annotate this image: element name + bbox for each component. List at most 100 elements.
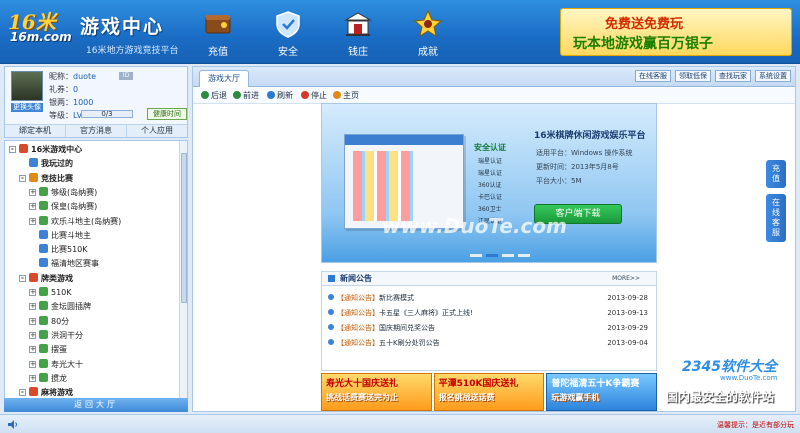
slide-dot[interactable]: [470, 254, 482, 257]
tree-item[interactable]: - 牌类游戏: [19, 272, 73, 285]
news-more-link[interactable]: MORE>>: [612, 275, 640, 282]
tree-item[interactable]: - 16米游戏中心: [9, 143, 82, 156]
expand-toggle[interactable]: +: [29, 374, 36, 382]
slide-dot[interactable]: [502, 254, 514, 257]
news-item[interactable]: 【通知公告】新比赛模式 2013-09-28: [328, 292, 648, 304]
promo-card[interactable]: 平潭510K国庆送礼 报名挑战送话费: [433, 373, 545, 411]
home-icon: [333, 91, 341, 99]
back-button[interactable]: 后退: [201, 90, 227, 102]
collapse-toggle[interactable]: -: [9, 146, 16, 153]
game-icon: [29, 387, 38, 397]
banner-line1: 免费送免费玩: [605, 17, 684, 32]
health-time-button[interactable]: 健康时间: [147, 108, 187, 120]
cert-item: 360卫士: [478, 206, 502, 213]
user-panel: 更换头像 昵称：duote ID 礼券：0 银两：1000 等级：LV1 0/3…: [4, 66, 188, 138]
change-avatar-button[interactable]: 更换头像: [11, 103, 43, 112]
expand-toggle[interactable]: +: [29, 303, 36, 311]
tree-item[interactable]: +80分: [29, 315, 69, 328]
tree-item[interactable]: + 保皇(岛纳赛): [29, 200, 97, 213]
game-icon: [39, 301, 48, 311]
expand-toggle[interactable]: +: [29, 289, 36, 296]
expand-toggle[interactable]: +: [29, 217, 36, 225]
back-to-lobby-button[interactable]: 返回大厅: [4, 398, 188, 412]
nav-recharge[interactable]: 充值: [188, 6, 248, 58]
system-settings-button[interactable]: 系统设置: [755, 70, 791, 82]
online-service-button[interactable]: 在线客服: [635, 70, 671, 82]
tree-scrollbar[interactable]: [179, 141, 187, 411]
level-label: 等级：: [49, 111, 73, 120]
slide-dot[interactable]: [486, 254, 498, 257]
collapse-toggle[interactable]: -: [19, 274, 26, 282]
tree-item[interactable]: + 洪洞干分: [29, 329, 83, 342]
news-item[interactable]: 【通知公告】卡五星《三人麻将》正式上线! 2013-09-13: [328, 307, 648, 319]
promo-line1: 平潭510K国庆送礼: [438, 379, 519, 389]
news-panel: 新闻公告 MORE>> 【通知公告】新比赛模式 2013-09-28 【通知公告】卡…: [321, 271, 657, 371]
promo-line1: 寿光大十国庆送礼: [326, 379, 399, 389]
nav-bank[interactable]: 钱庄: [328, 6, 388, 58]
expand-toggle[interactable]: +: [29, 360, 36, 368]
tree-item-label: 洪洞干分: [51, 330, 83, 340]
id-badge[interactable]: ID: [119, 72, 133, 80]
home-button[interactable]: 主页: [333, 90, 359, 102]
tree-item[interactable]: 我玩过的: [19, 157, 73, 170]
tree-item[interactable]: +510K: [29, 286, 72, 299]
expand-toggle[interactable]: +: [29, 331, 36, 339]
nav-achievements[interactable]: 成就: [398, 6, 458, 58]
game-icon: [39, 229, 48, 239]
expand-toggle[interactable]: +: [29, 188, 36, 196]
volume-icon[interactable]: [8, 420, 18, 429]
tab-game-lobby[interactable]: 游戏大厅: [199, 70, 249, 87]
news-header: 新闻公告 MORE>>: [322, 272, 656, 286]
pin-icon: [328, 324, 334, 330]
app-title: 游戏中心: [80, 16, 165, 38]
tree-item[interactable]: + 寿光大十: [29, 358, 83, 371]
level-progress-bar: 0/3: [81, 110, 133, 118]
bind-device-button[interactable]: 绑定本机: [5, 125, 66, 137]
tree-item[interactable]: 福清地区赛事: [29, 257, 99, 270]
app-subtitle: 16米地方游戏竞技平台: [86, 46, 179, 56]
tree-item[interactable]: + 够级(岛纳赛): [29, 186, 97, 199]
expand-toggle[interactable]: +: [29, 203, 36, 211]
slide-dot[interactable]: [518, 254, 530, 257]
promo-banner[interactable]: 免费送免费玩 玩本地游戏赢百万银子: [560, 8, 792, 56]
nav-security[interactable]: 安全: [258, 6, 318, 58]
tree-item[interactable]: + 欢乐斗地主(岛纳赛): [29, 215, 121, 228]
side-tab-online-service[interactable]: 在线客服: [766, 194, 786, 242]
promo-card[interactable]: 寿光大十国庆送礼 挑战话费赛送完为止: [321, 373, 432, 411]
screenshot-grid: [353, 151, 413, 221]
expand-toggle[interactable]: +: [29, 346, 36, 354]
game-icon: [39, 215, 48, 225]
wallet-icon: [205, 15, 231, 34]
tree-item-label: 保皇(岛纳赛): [51, 202, 98, 212]
tree-item-label: 我玩过的: [41, 159, 73, 169]
tree-item[interactable]: + 掼龙: [29, 372, 67, 385]
collapse-toggle[interactable]: -: [19, 389, 26, 397]
tree-item[interactable]: + 摆蛋: [29, 343, 67, 356]
tree-item[interactable]: 比赛斗地主: [29, 229, 91, 242]
nav-label: 安全: [278, 47, 298, 58]
official-messages-button[interactable]: 官方消息: [66, 125, 127, 137]
tree-item[interactable]: 比赛510K: [29, 243, 88, 256]
find-player-button[interactable]: 查找玩家: [715, 70, 751, 82]
forward-button[interactable]: 前进: [233, 90, 259, 102]
tree-item[interactable]: - 竞技比赛: [19, 172, 73, 185]
tree-item-label: 竞技比赛: [41, 173, 73, 183]
personal-apps-button[interactable]: 个人应用: [127, 125, 187, 137]
avatar[interactable]: [11, 71, 43, 101]
refresh-button[interactable]: 刷新: [267, 90, 293, 102]
expand-toggle[interactable]: +: [29, 317, 36, 325]
news-item[interactable]: 【通知公告】五十K刷分处罚公告 2013-09-04: [328, 337, 648, 349]
tree-scrollbar-thumb[interactable]: [181, 153, 187, 303]
tree-item-label: 金坛圆插牌: [51, 302, 91, 312]
cert-item: 卡巴认证: [478, 194, 503, 201]
news-item[interactable]: 【通知公告】国庆期间兑奖公告 2013-09-29: [328, 322, 648, 334]
back-label: 后退: [211, 91, 227, 100]
platform-info: 适用平台：Windows 操作系统: [536, 149, 633, 157]
claim-allowance-button[interactable]: 领取低保: [675, 70, 711, 82]
tree-item[interactable]: + 金坛圆插牌: [29, 300, 91, 313]
collapse-toggle[interactable]: -: [19, 174, 26, 182]
side-tab-recharge[interactable]: 充值: [766, 160, 786, 188]
stop-button[interactable]: 停止: [301, 90, 327, 102]
news-tag: 【通知公告】: [337, 339, 379, 347]
home-label: 主页: [343, 91, 359, 100]
